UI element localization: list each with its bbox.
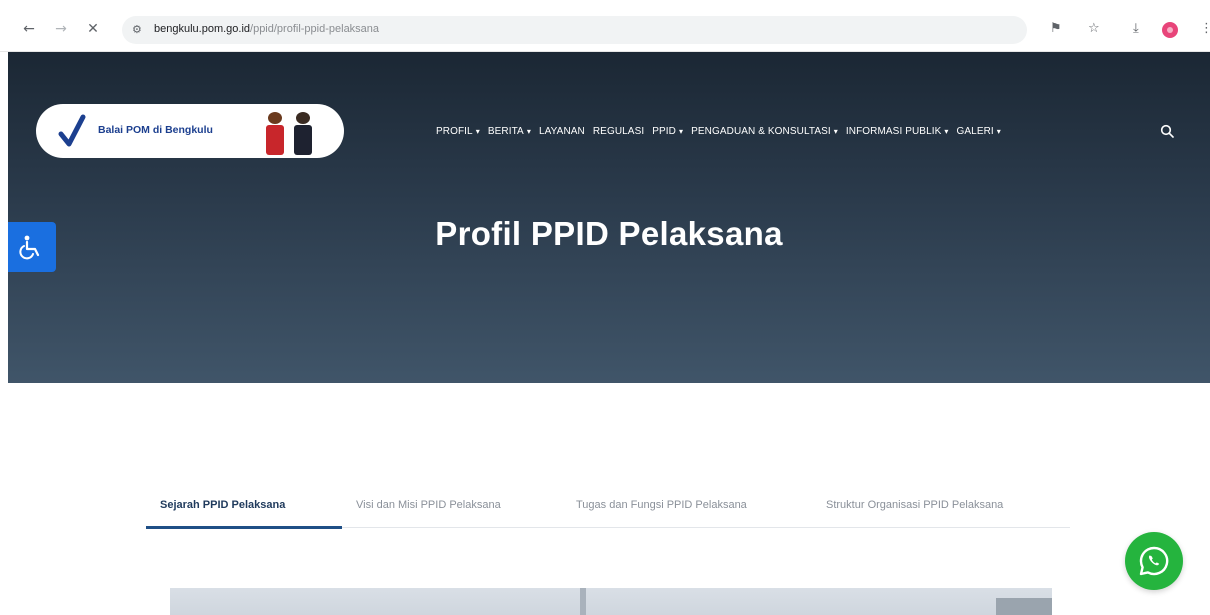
star-icon[interactable]: ☆ (1088, 20, 1100, 38)
main-navigation: PROFIL ▾ BERITA ▾ LAYANAN REGULASI PPID ▾ P… (436, 126, 1001, 137)
back-arrow-icon[interactable]: ← (20, 20, 38, 38)
forward-arrow-icon[interactable]: → (52, 20, 70, 38)
profile-icon[interactable] (1162, 22, 1178, 38)
tab-visi-misi[interactable]: Visi dan Misi PPID Pelaksana (356, 499, 501, 511)
nav-galeri[interactable]: GALERI ▾ (957, 126, 1001, 137)
nav-ppid[interactable]: PPID ▾ (652, 126, 683, 137)
search-icon[interactable] (1160, 124, 1174, 138)
content-image (170, 588, 1052, 615)
close-icon[interactable]: ✕ (84, 20, 102, 38)
translate-icon[interactable]: ⚑ (1050, 20, 1062, 38)
address-bar[interactable]: ⚙ bengkulu.pom.go.id/ppid/profil-ppid-pe… (122, 16, 1027, 44)
menu-icon[interactable]: ⋮ (1200, 20, 1210, 38)
whatsapp-icon (1139, 546, 1169, 576)
nav-berita[interactable]: BERITA ▾ (488, 126, 531, 137)
site-info-icon[interactable]: ⚙ (132, 23, 142, 36)
nav-regulasi[interactable]: REGULASI (593, 126, 644, 137)
check-logo-icon (58, 114, 86, 147)
nav-profil[interactable]: PROFIL ▾ (436, 126, 480, 137)
browser-toolbar: ← → ✕ ⚙ bengkulu.pom.go.id/ppid/profil-p… (0, 0, 1210, 52)
nav-layanan[interactable]: LAYANAN (539, 126, 585, 137)
tab-struktur-organisasi[interactable]: Struktur Organisasi PPID Pelaksana (826, 499, 1003, 511)
logo-text: Balai POM di Bengkulu (98, 124, 213, 136)
wheelchair-icon (19, 235, 40, 260)
url-text[interactable]: bengkulu.pom.go.id/ppid/profil-ppid-pela… (154, 23, 379, 35)
tab-tugas-fungsi[interactable]: Tugas dan Fungsi PPID Pelaksana (576, 499, 747, 511)
whatsapp-button[interactable] (1125, 532, 1183, 590)
page-title: Profil PPID Pelaksana (435, 215, 783, 252)
site-logo[interactable]: Balai POM di Bengkulu (36, 104, 344, 158)
hero-banner: Balai POM di Bengkulu PROFIL ▾ BERITA ▾ LA… (8, 52, 1210, 383)
nav-informasi-publik[interactable]: INFORMASI PUBLIK ▾ (846, 126, 949, 137)
profile-tabs: Sejarah PPID Pelaksana Visi dan Misi PPI… (146, 486, 1070, 529)
tab-sejarah[interactable]: Sejarah PPID Pelaksana (160, 499, 285, 511)
nav-pengaduan-konsultasi[interactable]: PENGADUAN & KONSULTASI ▾ (691, 126, 838, 137)
accessibility-button[interactable] (8, 222, 56, 272)
mascot-figure-icon (264, 108, 286, 158)
download-icon[interactable]: ⤓ (1133, 20, 1139, 38)
mascot-figure-icon (292, 108, 314, 158)
active-tab-indicator (146, 526, 342, 529)
